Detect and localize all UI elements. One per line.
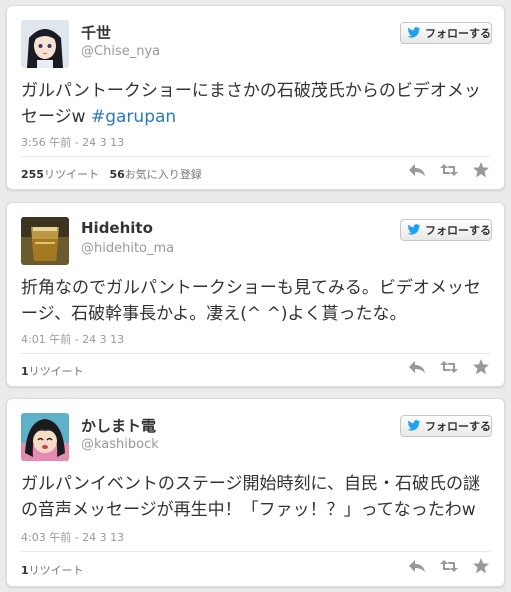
- display-name[interactable]: 千世: [81, 22, 111, 43]
- display-name[interactable]: Hidehito: [81, 219, 153, 237]
- tweet-stats: 1リツイート: [21, 562, 84, 578]
- tweet-card: Hidehito @hidehito_ma フォローする 折角なのでガルパントー…: [6, 202, 505, 387]
- tweet-card: 千世 @Chise_nya フォローする ガルパントークショーにまさかの石破茂氏…: [6, 5, 505, 190]
- tweet-stats: 255リツイート 56お気に入り登録: [21, 166, 202, 182]
- tweet-body: ガルパントークショーにまさかの石破茂氏からのビデオメッセージw: [21, 81, 481, 127]
- user-handle[interactable]: @kashibock: [81, 437, 159, 452]
- tweet-actions: [408, 558, 490, 574]
- avatar[interactable]: [21, 217, 69, 265]
- twitter-bird-icon: [407, 224, 421, 235]
- follow-label: フォローする: [425, 224, 491, 237]
- tweet-body: ガルパンイベントのステージ開始時刻に、自民・石破氏の謎の音声メッセージが再生中！…: [21, 474, 480, 520]
- divider: [21, 353, 490, 354]
- reply-icon[interactable]: [408, 558, 426, 574]
- star-icon[interactable]: [472, 359, 490, 375]
- retweet-count[interactable]: 1: [21, 365, 29, 378]
- retweet-icon[interactable]: [440, 359, 458, 375]
- tweet-stats: 1リツイート: [21, 363, 84, 379]
- timestamp[interactable]: 4:01 午前 - 24 3 13: [21, 331, 124, 347]
- star-icon[interactable]: [472, 162, 490, 178]
- timestamp[interactable]: 3:56 午前 - 24 3 13: [21, 134, 124, 150]
- follow-label: フォローする: [425, 27, 491, 40]
- reply-icon[interactable]: [408, 359, 426, 375]
- favorite-label[interactable]: お気に入り登録: [125, 168, 202, 181]
- follow-label: フォローする: [425, 420, 491, 433]
- retweet-count[interactable]: 1: [21, 564, 29, 577]
- tweet-text: ガルパントークショーにまさかの石破茂氏からのビデオメッセージw #garupan: [21, 78, 491, 130]
- timestamp[interactable]: 4:03 午前 - 24 3 13: [21, 529, 124, 545]
- follow-button[interactable]: フォローする: [400, 415, 492, 437]
- hashtag-link[interactable]: #garupan: [91, 107, 176, 127]
- follow-button[interactable]: フォローする: [400, 22, 492, 44]
- retweet-label[interactable]: リツイート: [29, 564, 84, 577]
- retweet-icon[interactable]: [440, 558, 458, 574]
- divider: [21, 156, 490, 157]
- avatar[interactable]: [21, 413, 69, 461]
- retweet-label[interactable]: リツイート: [29, 365, 84, 378]
- display-name[interactable]: かしまト電: [81, 415, 156, 436]
- tweet-actions: [408, 162, 490, 178]
- user-handle[interactable]: @Chise_nya: [81, 44, 160, 59]
- twitter-bird-icon: [407, 27, 421, 38]
- reply-icon[interactable]: [408, 162, 426, 178]
- follow-button[interactable]: フォローする: [400, 219, 492, 241]
- tweet-card: かしまト電 @kashibock フォローする ガルパンイベントのステージ開始時…: [6, 398, 505, 587]
- favorite-count[interactable]: 56: [109, 168, 124, 181]
- twitter-bird-icon: [407, 420, 421, 431]
- user-handle[interactable]: @hidehito_ma: [81, 241, 174, 256]
- divider: [21, 551, 490, 552]
- tweet-text: ガルパンイベントのステージ開始時刻に、自民・石破氏の謎の音声メッセージが再生中！…: [21, 471, 491, 523]
- tweet-body: 折角なのでガルパントークショーも見てみる。ビデオメッセージ、石破幹事長かよ。凄え…: [21, 278, 481, 324]
- retweet-icon[interactable]: [440, 162, 458, 178]
- avatar[interactable]: [21, 20, 69, 68]
- tweet-text: 折角なのでガルパントークショーも見てみる。ビデオメッセージ、石破幹事長かよ。凄え…: [21, 275, 491, 327]
- retweet-count[interactable]: 255: [21, 168, 44, 181]
- retweet-label[interactable]: リツイート: [44, 168, 99, 181]
- tweet-actions: [408, 359, 490, 375]
- star-icon[interactable]: [472, 558, 490, 574]
